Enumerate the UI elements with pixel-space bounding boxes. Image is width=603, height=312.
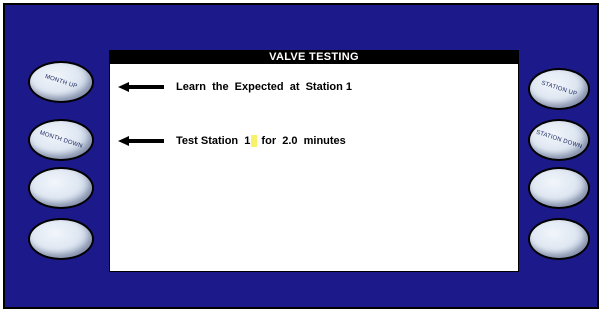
station-up-label: STATION UP	[540, 80, 578, 98]
right-button-3[interactable]	[528, 167, 590, 209]
station-down-label: STATION DOWN	[535, 129, 583, 151]
test-station-text: Test Station 1	[176, 135, 251, 147]
station-down-button[interactable]: STATION DOWN	[528, 119, 590, 161]
screen-title: VALVE TESTING	[110, 51, 518, 64]
right-button-4[interactable]	[528, 218, 590, 260]
left-arrow-icon	[118, 82, 164, 92]
left-button-4[interactable]	[28, 218, 94, 260]
display-screen: VALVE TESTING Learn the Expected at Stat…	[109, 50, 519, 272]
learn-expected-line: Learn the Expected at Station 1	[118, 79, 352, 95]
month-down-button[interactable]: MONTH DOWN	[28, 119, 94, 161]
test-station-line: Test Station 1 for 2.0 minutes	[118, 133, 346, 149]
learn-expected-text: Learn the Expected at Station 1	[176, 81, 353, 93]
month-down-label: MONTH DOWN	[38, 130, 84, 150]
left-arrow-icon	[118, 136, 164, 146]
month-up-label: MONTH UP	[44, 73, 78, 91]
month-up-button[interactable]: MONTH UP	[28, 61, 94, 103]
test-duration-text: for 2.0 minutes	[258, 135, 346, 147]
left-button-3[interactable]	[28, 167, 94, 209]
edit-cursor	[251, 135, 258, 147]
station-up-button[interactable]: STATION UP	[528, 68, 590, 110]
controller-panel: MONTH UP MONTH DOWN VALVE TESTING Learn …	[3, 3, 599, 309]
